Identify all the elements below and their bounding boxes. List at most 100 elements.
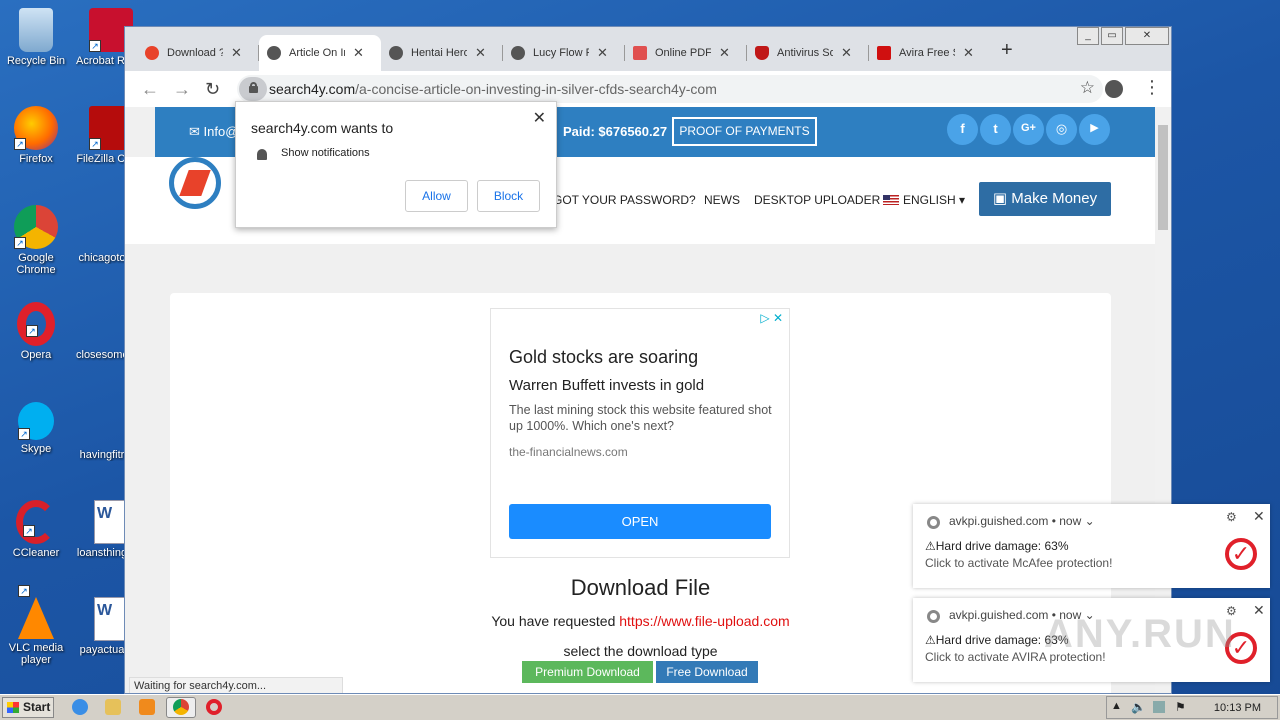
recycle-bin-icon[interactable]: Recycle Bin — [1, 8, 71, 67]
ad-banner[interactable]: ▷ ✕ Gold stocks are soaring Warren Buffe… — [490, 308, 790, 558]
facebook-icon[interactable]: f — [947, 114, 978, 145]
back-icon[interactable]: ← — [141, 79, 159, 100]
toast-headline: ⚠Hard drive damage: 63% — [925, 539, 1069, 553]
chrome-icon — [927, 610, 940, 623]
tab-lucy-flow[interactable]: Lucy Flow P ✕ — [503, 35, 625, 71]
tab-favicon-icon — [145, 46, 159, 60]
prompt-title: search4y.com wants to — [251, 120, 394, 136]
file-upload-link[interactable]: https://www.file-upload.com — [619, 613, 789, 629]
premium-download-button[interactable]: Premium Download — [522, 661, 653, 683]
adchoices-icon[interactable]: ▷ ✕ — [760, 311, 783, 325]
mcafee-shield-icon — [755, 46, 769, 60]
nav-forgot-password[interactable]: GOT YOUR PASSWORD? — [553, 193, 696, 207]
close-window-button[interactable]: ✕ — [1125, 27, 1169, 45]
vlc-icon[interactable]: ↗ VLC media player — [1, 585, 71, 666]
gear-icon[interactable]: ⚙ — [1226, 510, 1237, 524]
close-tab-icon[interactable]: ✕ — [231, 45, 242, 61]
ad-domain: the-financialnews.com — [509, 445, 628, 459]
taskbar: Start ▲ 🔈 ⚑ 10:13 PM — [0, 694, 1280, 720]
close-icon[interactable]: ✕ — [1253, 508, 1265, 525]
internet-explorer-icon[interactable] — [72, 699, 88, 715]
notification-permission-prompt: search4y.com wants to ✕ Show notificatio… — [235, 101, 557, 228]
url-path: /a-concise-article-on-investing-in-silve… — [355, 81, 717, 97]
block-button[interactable]: Block — [477, 180, 540, 212]
nav-language[interactable]: ENGLISH ▾ — [883, 193, 965, 207]
url-domain: search4y.com — [269, 81, 356, 97]
bell-icon — [257, 149, 267, 160]
profile-avatar-icon[interactable] — [1105, 80, 1123, 98]
twitter-icon[interactable]: t — [980, 114, 1011, 145]
make-money-button[interactable]: ▣ Make Money — [979, 182, 1111, 216]
tab-antivirus[interactable]: Antivirus So ✕ — [747, 35, 869, 71]
ad-body: The last mining stock this website featu… — [509, 403, 772, 433]
prompt-option: Show notifications — [281, 147, 370, 159]
ad-open-button[interactable]: OPEN — [509, 504, 771, 539]
network-icon[interactable] — [1153, 701, 1165, 713]
close-tab-icon[interactable]: ✕ — [353, 45, 364, 61]
close-tab-icon[interactable]: ✕ — [475, 45, 486, 61]
menu-kebab-icon[interactable]: ⋮ — [1143, 77, 1161, 98]
allow-button[interactable]: Allow — [405, 180, 468, 212]
globe-icon — [267, 46, 281, 60]
tab-download[interactable]: Download ? ✕ — [137, 35, 259, 71]
close-tab-icon[interactable]: ✕ — [841, 45, 852, 61]
chrome-icon — [173, 699, 189, 715]
us-flag-icon — [883, 195, 899, 205]
flag-icon[interactable]: ⚑ — [1175, 700, 1186, 714]
tray-arrow-icon[interactable]: ▲ — [1111, 700, 1122, 712]
google-plus-icon[interactable]: G+ — [1013, 114, 1044, 145]
ad-subhead: Warren Buffett invests in gold — [509, 377, 705, 394]
nav-news[interactable]: NEWS — [704, 193, 740, 207]
forward-icon[interactable]: → — [173, 79, 191, 100]
instagram-icon[interactable]: ◎ — [1046, 114, 1077, 145]
info-email[interactable]: ✉ Info@ — [189, 124, 238, 140]
paid-total: Paid: $676560.27 — [563, 124, 668, 139]
new-tab-button[interactable]: + — [1001, 39, 1013, 62]
google-chrome-icon[interactable]: ↗ Google Chrome — [1, 205, 71, 276]
system-tray: ▲ 🔈 ⚑ 10:13 PM — [1106, 696, 1278, 719]
close-icon[interactable]: ✕ — [1253, 602, 1265, 619]
tab-hentai-hero[interactable]: Hentai Hero ✕ — [381, 35, 503, 71]
firefox-icon[interactable]: ↗ Firefox — [1, 106, 71, 165]
lock-icon[interactable] — [239, 77, 267, 101]
globe-icon — [511, 46, 525, 60]
clock[interactable]: 10:13 PM — [1214, 702, 1261, 714]
volume-icon[interactable]: 🔈 — [1131, 700, 1146, 714]
restore-button[interactable]: ▭ — [1101, 27, 1123, 45]
opera-taskbar-icon[interactable] — [206, 699, 222, 715]
ccleaner-icon[interactable]: ↗ CCleaner — [1, 500, 71, 559]
nav-desktop-uploader[interactable]: DESKTOP UPLOADER — [754, 193, 880, 207]
chrome-icon — [927, 516, 940, 529]
proof-of-payments-button[interactable]: PROOF OF PAYMENTS — [672, 117, 817, 146]
bookmark-star-icon[interactable]: ☆ — [1080, 78, 1095, 98]
minimize-button[interactable]: _ — [1077, 27, 1099, 45]
anyrun-watermark: ANY.RUN — [1044, 612, 1236, 656]
close-tab-icon[interactable]: ✕ — [963, 45, 974, 61]
skype-icon[interactable]: ↗ Skype — [1, 402, 71, 455]
youtube-icon[interactable]: ▶ — [1079, 114, 1110, 145]
close-tab-icon[interactable]: ✕ — [597, 45, 608, 61]
free-download-button[interactable]: Free Download — [656, 661, 758, 683]
globe-icon — [389, 46, 403, 60]
toast-source: avkpi.guished.com • now ⌄ — [949, 514, 1095, 528]
tab-bar: Download ? ✕ Article On In ✕ Hentai Hero… — [125, 27, 1171, 71]
ad-headline: Gold stocks are soaring — [509, 347, 699, 367]
close-tab-icon[interactable]: ✕ — [719, 45, 730, 61]
media-player-icon[interactable] — [139, 699, 155, 715]
tab-avira[interactable]: Avira Free S ✕ — [869, 35, 991, 71]
reload-icon[interactable]: ↻ — [205, 79, 220, 100]
avira-icon — [877, 46, 891, 60]
toast-subtext: Click to activate McAfee protection! — [925, 556, 1113, 570]
status-bar: Waiting for search4y.com... — [129, 677, 343, 693]
address-bar[interactable]: search4y.com/a-concise-article-on-invest… — [237, 75, 1103, 103]
tab-online-pdf[interactable]: Online PDF ✕ — [625, 35, 747, 71]
opera-icon[interactable]: ↗ Opera — [1, 302, 71, 361]
notification-toast[interactable]: avkpi.guished.com • now ⌄ ⚙ ✕ ⚠Hard driv… — [913, 504, 1270, 588]
site-logo[interactable] — [169, 157, 221, 209]
tab-article[interactable]: Article On In ✕ — [259, 35, 381, 71]
file-explorer-icon[interactable] — [105, 699, 121, 715]
start-button[interactable]: Start — [2, 697, 54, 718]
pdf-icon — [633, 46, 647, 60]
close-icon[interactable]: ✕ — [533, 108, 546, 128]
checkmark-icon: ✓ — [1225, 538, 1257, 570]
